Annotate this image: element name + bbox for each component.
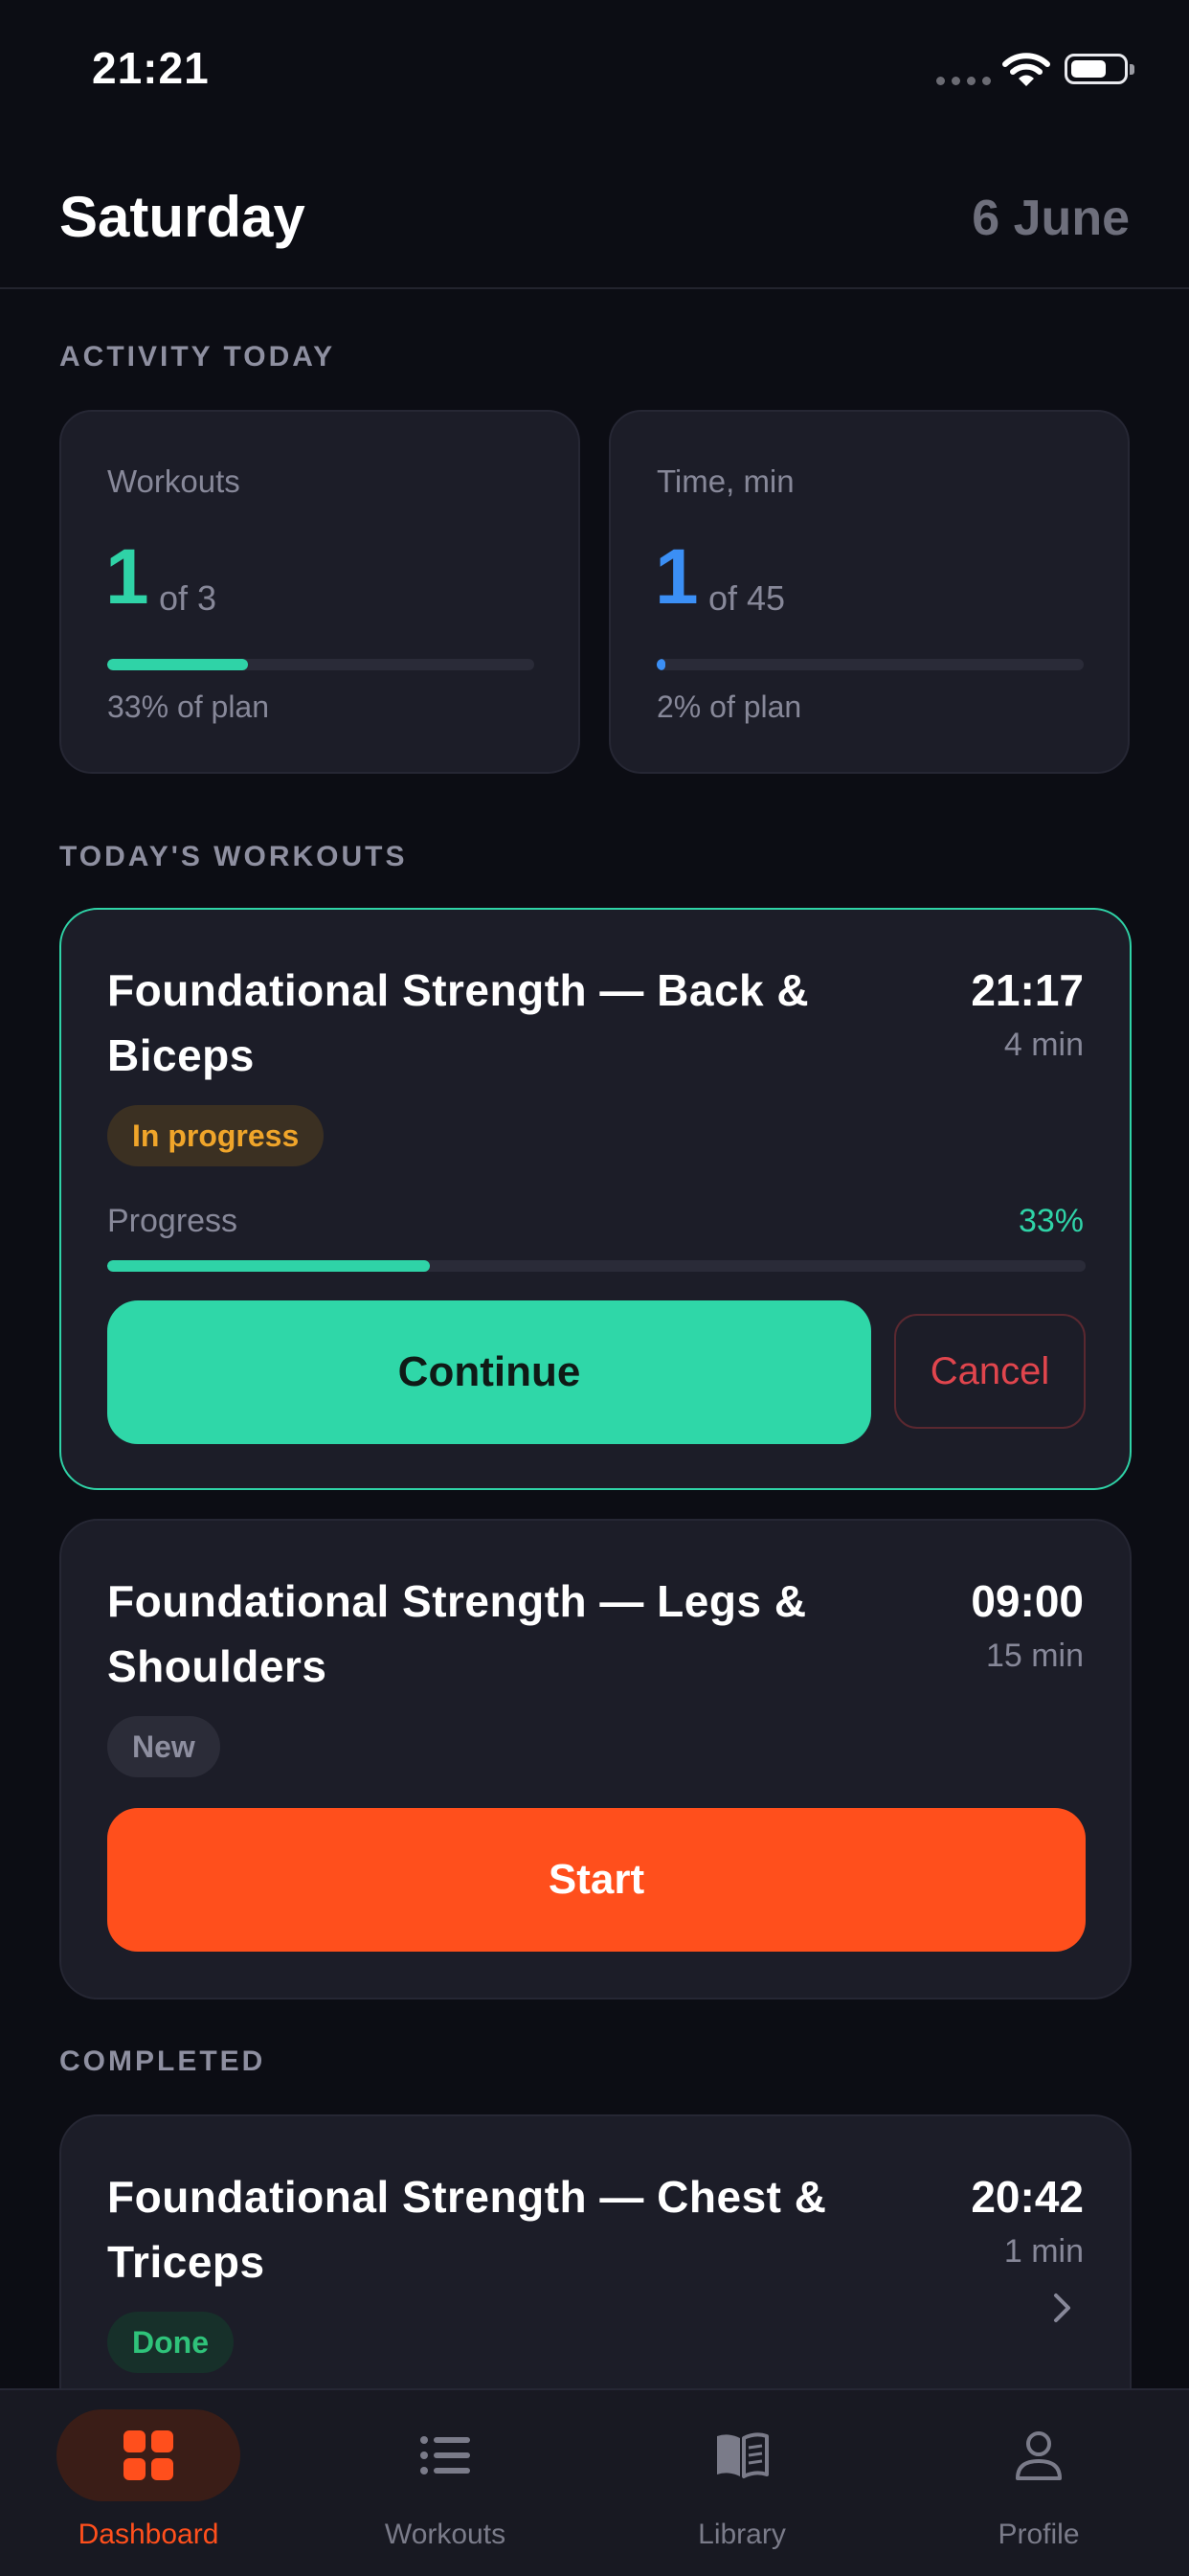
workout-progress-bar: [107, 1260, 1086, 1272]
tab-dashboard[interactable]: Dashboard: [0, 2390, 297, 2576]
workout-time: 09:00: [971, 1576, 1084, 1626]
time-stat-card: Time, min 1 of 45 2% of plan: [609, 410, 1130, 774]
workout-title: Foundational Strength — Chest & Triceps: [107, 2172, 827, 2287]
workout-time: 21:17: [971, 965, 1084, 1015]
stat-target: of 3: [159, 578, 217, 618]
tab-label: Library: [698, 2519, 786, 2550]
section-label-completed: COMPLETED: [59, 2045, 266, 2077]
progress-label: Progress: [107, 1203, 238, 1239]
stat-target: of 45: [708, 578, 786, 618]
page-header: Saturday 6 June: [0, 172, 1189, 289]
grid-icon: [123, 2430, 173, 2480]
status-badge: New: [107, 1716, 220, 1777]
start-button[interactable]: Start: [107, 1808, 1086, 1952]
status-time: 21:21: [92, 43, 210, 93]
section-label-todays-workouts: TODAY'S WORKOUTS: [59, 841, 408, 872]
stat-note: 2% of plan: [657, 689, 802, 724]
battery-icon: [1065, 54, 1134, 84]
chevron-right-icon[interactable]: [1051, 2291, 1074, 2325]
stat-note: 33% of plan: [107, 689, 270, 724]
status-badge: Done: [107, 2312, 234, 2373]
section-label-activity: ACTIVITY TODAY: [59, 341, 336, 373]
person-icon: [1016, 2431, 1062, 2480]
tab-bar: Dashboard Workouts Library Profile: [0, 2388, 1189, 2576]
stat-value: 1: [105, 533, 149, 621]
workout-card-in-progress[interactable]: Foundational Strength — Back & Biceps 21…: [59, 908, 1132, 1490]
workout-title: Foundational Strength — Legs & Shoulders: [107, 1576, 807, 1691]
tab-label: Dashboard: [78, 2519, 219, 2550]
tab-workouts[interactable]: Workouts: [297, 2390, 594, 2576]
page-title: Saturday: [59, 185, 305, 249]
stat-label: Workouts: [107, 463, 240, 499]
workouts-stat-card: Workouts 1 of 3 33% of plan: [59, 410, 580, 774]
workout-progress-fill: [107, 1260, 431, 1272]
stat-value: 1: [655, 533, 699, 621]
workout-duration: 4 min: [1003, 1027, 1084, 1063]
status-badge: In progress: [107, 1105, 325, 1166]
wifi-icon: [1002, 53, 1050, 86]
stat-progress-fill: [107, 659, 249, 670]
tab-label: Workouts: [384, 2519, 506, 2550]
cancel-button[interactable]: Cancel: [894, 1314, 1086, 1429]
stat-progress-bar: [107, 659, 534, 670]
workout-card-new[interactable]: Foundational Strength — Legs & Shoulders…: [59, 1519, 1132, 2000]
cellular-signal-icon: [936, 77, 992, 86]
progress-percent: 33%: [1018, 1203, 1084, 1239]
workout-duration: 15 min: [985, 1638, 1084, 1674]
stat-label: Time, min: [657, 463, 795, 499]
tab-library[interactable]: Library: [594, 2390, 890, 2576]
continue-button[interactable]: Continue: [107, 1300, 871, 1444]
workout-time: 20:42: [971, 2172, 1084, 2222]
tab-label: Profile: [998, 2519, 1080, 2550]
page-date: 6 June: [972, 191, 1130, 246]
book-icon: [717, 2432, 769, 2478]
status-bar: 21:21: [0, 0, 1189, 144]
list-icon: [420, 2436, 470, 2474]
workout-duration: 1 min: [1003, 2233, 1084, 2270]
stat-progress-bar: [657, 659, 1084, 670]
stat-progress-fill: [657, 659, 665, 670]
workout-title: Foundational Strength — Back & Biceps: [107, 965, 810, 1080]
tab-profile[interactable]: Profile: [890, 2390, 1187, 2576]
